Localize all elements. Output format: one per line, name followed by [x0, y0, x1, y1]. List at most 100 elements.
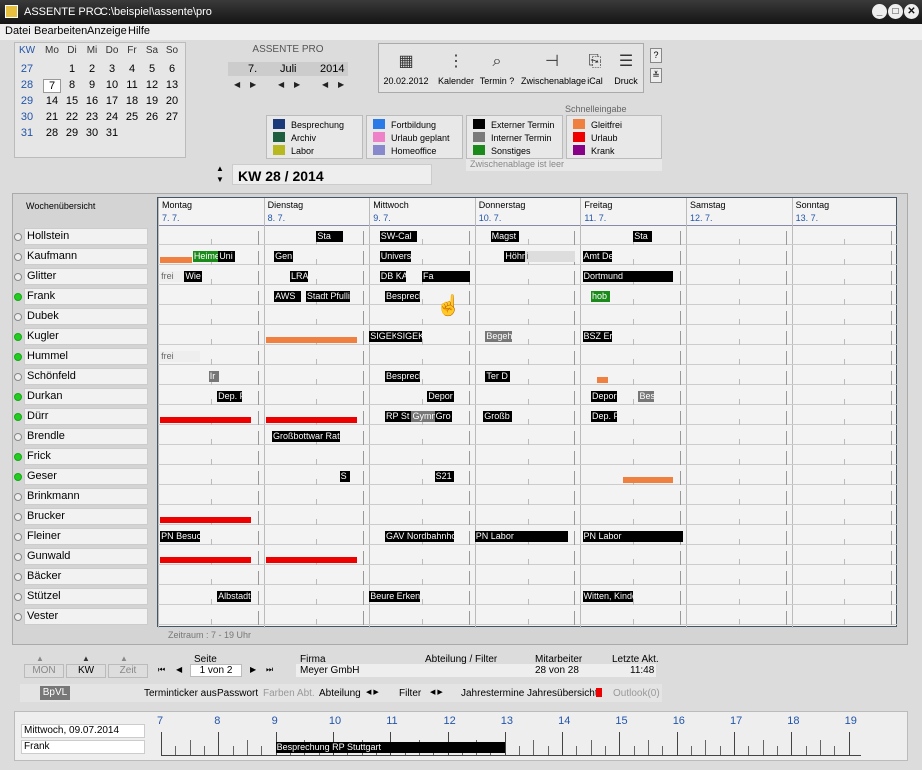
absence-bar[interactable]	[622, 477, 674, 483]
date-month[interactable]: Juli	[280, 63, 297, 75]
jahresuebersicht-button[interactable]: Jahresübersicht	[527, 688, 598, 699]
legend-item[interactable]: Krank	[573, 145, 615, 158]
day-prev-icon[interactable]: ◀	[234, 80, 240, 89]
legend-item[interactable]: Externer Termin	[473, 119, 554, 132]
toolbar-calendar-button[interactable]: ⋮ Kalender	[437, 48, 475, 92]
appointment[interactable]: i	[525, 251, 576, 262]
first-page-icon[interactable]: ⏮	[158, 665, 165, 675]
cal-day[interactable]: 9	[83, 79, 101, 91]
person-name[interactable]: Bäcker	[24, 568, 148, 585]
person-name[interactable]: Kaufmann	[24, 248, 148, 265]
timeline-appointment[interactable]: Besprechung RP Stuttgart	[275, 742, 505, 753]
person-name[interactable]: Vester	[24, 608, 148, 625]
cal-week-number[interactable]: 31	[18, 127, 36, 139]
person-name[interactable]: Schönfeld	[24, 368, 148, 385]
absence-bar[interactable]	[160, 417, 251, 423]
appointment[interactable]: Großb	[483, 411, 512, 422]
appointment[interactable]: Gro	[434, 411, 452, 422]
appointment[interactable]: frei	[160, 271, 185, 282]
legend-item[interactable]: Interner Termin	[473, 132, 551, 145]
appointment[interactable]: Besprech	[385, 371, 420, 382]
person-name[interactable]: Gunwald	[24, 548, 148, 565]
person-name[interactable]: Hollstein	[24, 228, 148, 245]
appointment[interactable]: PN Labor	[474, 531, 568, 542]
legend-item[interactable]: Homeoffice	[373, 145, 436, 158]
cal-day[interactable]: 2	[83, 63, 101, 75]
cal-day[interactable]: 11	[123, 79, 141, 91]
filter-arrows-icon[interactable]: ◀ ▶	[430, 688, 443, 696]
appointment[interactable]: Uni	[218, 251, 236, 262]
appointment[interactable]: S	[339, 471, 351, 482]
appointment[interactable]: Depor	[590, 391, 618, 402]
month-prev-icon[interactable]: ◀	[278, 80, 284, 89]
person-name[interactable]: Dubek	[24, 308, 148, 325]
filter-button[interactable]: Filter	[399, 688, 421, 699]
menu-datei[interactable]: Datei	[5, 25, 31, 37]
appointment[interactable]: GAV Nordbahnho	[385, 531, 454, 542]
toolbar-ical-button[interactable]: ⎘ iCal	[585, 48, 605, 92]
cal-day[interactable]: 17	[103, 95, 121, 107]
view-kw-button[interactable]: KW	[66, 664, 106, 678]
absence-bar[interactable]	[265, 417, 357, 423]
cal-week-number[interactable]: 30	[18, 111, 36, 123]
person-name[interactable]: Brendle	[24, 428, 148, 445]
cal-day[interactable]: 3	[103, 63, 121, 75]
toolbar-clipboard-button[interactable]: ⊣ Zwischenablage	[521, 48, 586, 92]
person-name[interactable]: Brinkmann	[24, 488, 148, 505]
cal-day[interactable]: 25	[123, 111, 141, 123]
appointment[interactable]: Höhne	[504, 251, 528, 262]
appointment[interactable]: S21	[434, 471, 454, 482]
cal-day[interactable]: 6	[163, 63, 181, 75]
appointment[interactable]: RP St	[385, 411, 412, 422]
appointment[interactable]: BSZ Er	[582, 331, 613, 342]
date-day[interactable]: 7.	[248, 63, 257, 75]
day-next-icon[interactable]: ▶	[250, 80, 256, 89]
year-next-icon[interactable]: ▶	[338, 80, 344, 89]
cal-day[interactable]: 27	[163, 111, 181, 123]
cal-day[interactable]: 19	[143, 95, 161, 107]
appointment[interactable]: frei	[160, 351, 201, 362]
appointment[interactable]: Dortmund	[582, 271, 674, 282]
cal-day-selected[interactable]: 7	[43, 79, 61, 93]
absence-bar[interactable]	[160, 517, 251, 523]
person-name[interactable]: Fleiner	[24, 528, 148, 545]
maximize-icon[interactable]: □	[888, 4, 903, 19]
cal-day[interactable]: 28	[43, 127, 61, 139]
cal-day[interactable]: 18	[123, 95, 141, 107]
appointment[interactable]: Stadt Pfullir	[305, 291, 351, 302]
cal-day[interactable]: 20	[163, 95, 181, 107]
abteilung-button[interactable]: Abteilung	[319, 688, 361, 699]
cal-day[interactable]: 14	[43, 95, 61, 107]
cal-day[interactable]: 13	[163, 79, 181, 91]
date-year[interactable]: 2014	[320, 63, 344, 75]
legend-item[interactable]: Urlaub geplant	[373, 132, 450, 145]
cal-day[interactable]: 15	[63, 95, 81, 107]
appointment[interactable]: Begeh	[485, 331, 512, 342]
appointment[interactable]: SIGEK	[395, 331, 422, 342]
appointment[interactable]: Ter D	[485, 371, 510, 382]
person-name[interactable]: Glitter	[24, 268, 148, 285]
appointment[interactable]: Ir	[208, 371, 220, 382]
password-button[interactable]: Passwort	[217, 688, 258, 699]
appointment[interactable]: Dep. F	[590, 411, 618, 422]
appointment[interactable]: LRA	[290, 271, 308, 282]
person-name[interactable]: Frank	[24, 288, 148, 305]
appointment[interactable]: DB KA	[379, 271, 407, 282]
person-name[interactable]: Stützel	[24, 588, 148, 605]
abteilung-arrows-icon[interactable]: ◀ ▶	[366, 688, 379, 696]
cal-day[interactable]: 26	[143, 111, 161, 123]
cal-day[interactable]: 1	[63, 63, 81, 75]
appointment[interactable]: Dep. F	[217, 391, 243, 402]
appointment[interactable]: Besprech	[385, 291, 420, 302]
appointment[interactable]: Univers	[379, 251, 412, 262]
appointment[interactable]: Großbottwar Rath	[272, 431, 340, 442]
absence-bar[interactable]	[597, 377, 608, 383]
farben-abt-button[interactable]: Farben Abt.	[263, 688, 315, 699]
next-page-icon[interactable]: ▶	[250, 665, 256, 674]
cal-week-number[interactable]: 29	[18, 95, 36, 107]
cal-day[interactable]: 30	[83, 127, 101, 139]
appointment[interactable]: Sta	[633, 231, 653, 242]
menu-hilfe[interactable]: Hilfe	[128, 25, 150, 37]
close-icon[interactable]: ✕	[904, 4, 919, 19]
page-value[interactable]: 1 von 2	[190, 664, 242, 677]
